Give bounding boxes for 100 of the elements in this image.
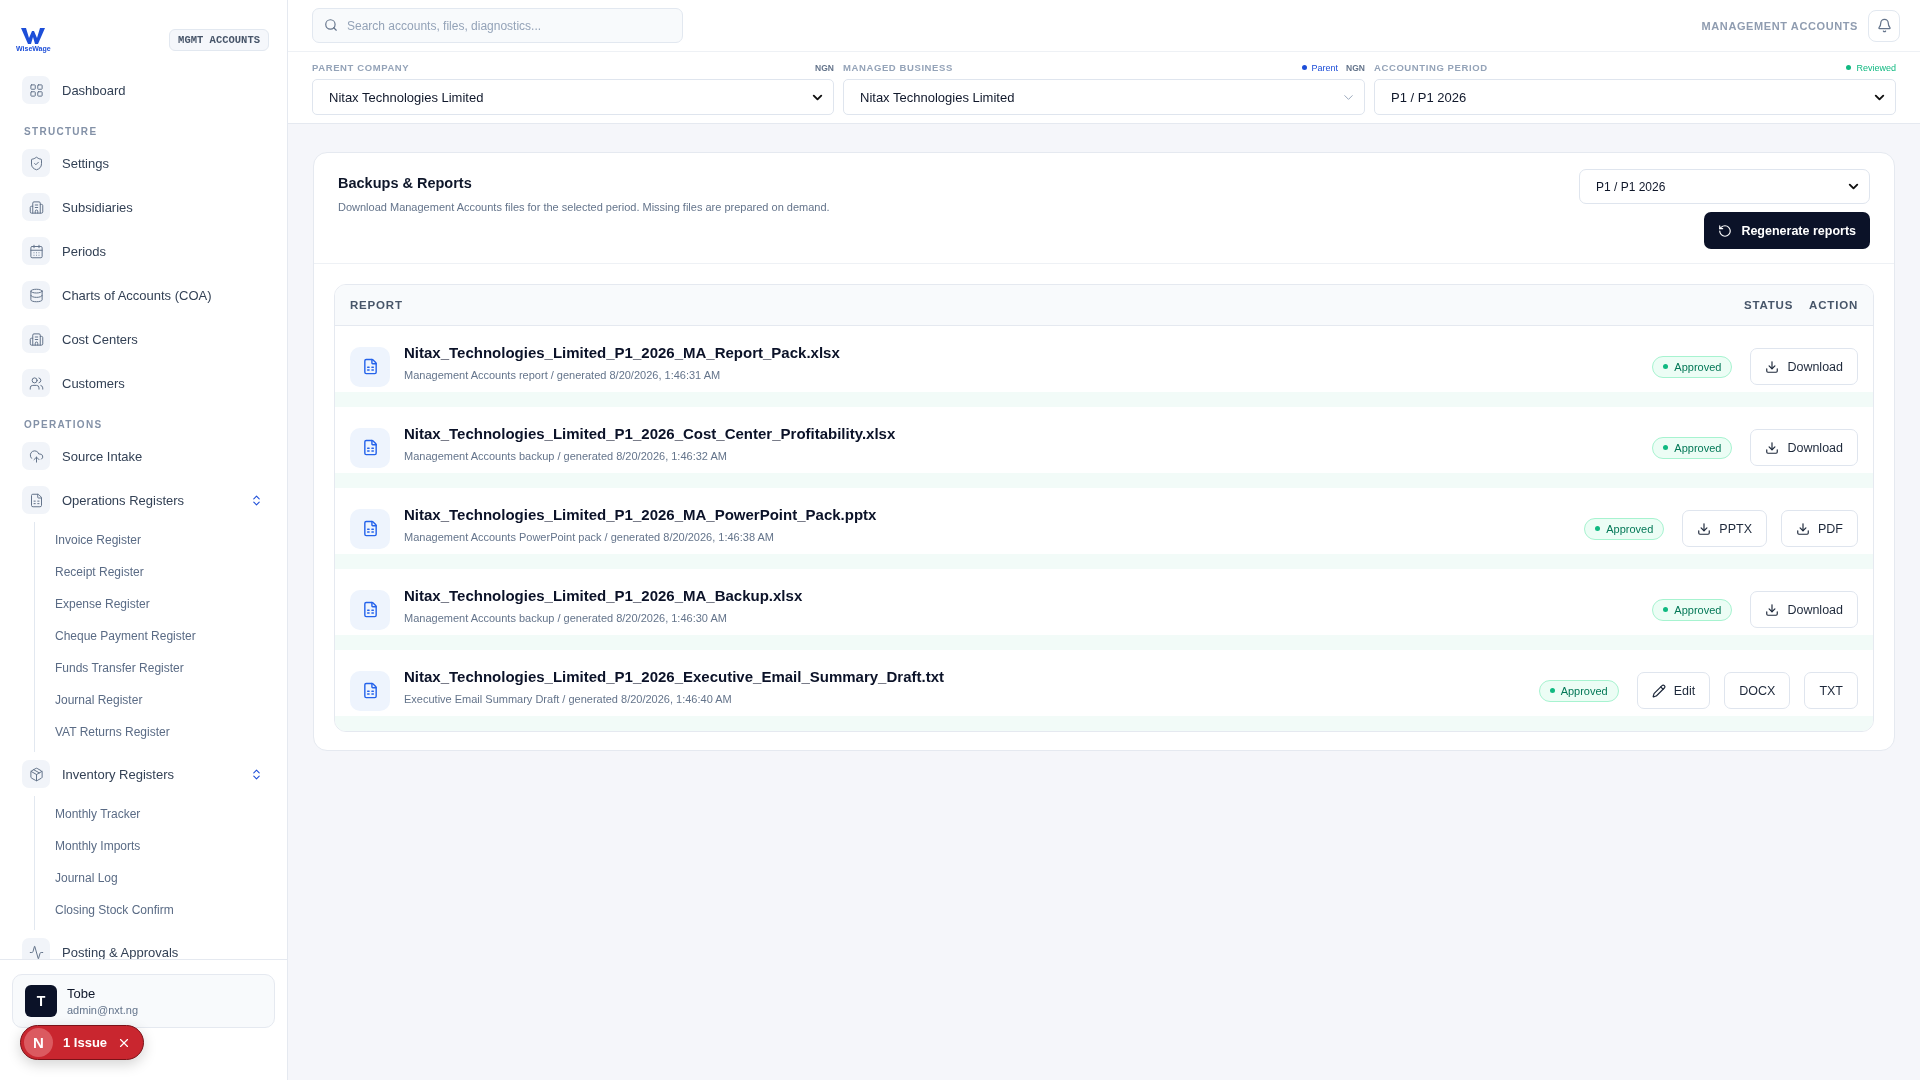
- user-card[interactable]: T Tobe admin@nxt.ng: [12, 974, 275, 1028]
- column-header: ACTION: [1809, 299, 1858, 311]
- status-tag: Parent: [1301, 62, 1339, 73]
- building-icon: [22, 193, 50, 221]
- field-label: ACCOUNTING PERIOD: [1374, 62, 1488, 73]
- download-icon: [1765, 440, 1780, 455]
- nav-item[interactable]: Source Intake: [62, 448, 263, 464]
- logo-icon: [21, 28, 46, 44]
- nav-subitem[interactable]: Invoice Register: [55, 524, 287, 556]
- status-tag: Reviewed: [1846, 62, 1896, 73]
- download-button[interactable]: Download: [1750, 348, 1858, 385]
- spreadsheet-icon: [350, 346, 390, 387]
- box-icon: [22, 760, 50, 788]
- section-heading: OPERATIONS: [23, 418, 104, 432]
- nav-subitem[interactable]: Monthly Imports: [55, 830, 287, 862]
- format-button[interactable]: DOCX: [1724, 672, 1791, 709]
- status-badge: Approved: [1538, 679, 1619, 702]
- nav-subitem[interactable]: Funds Transfer Register: [55, 652, 287, 684]
- spreadsheet-icon: [350, 508, 390, 549]
- pencil-icon: [1651, 683, 1666, 698]
- issue-count: 1 Issue: [63, 1035, 108, 1050]
- issue-toast[interactable]: N 1 Issue: [20, 1025, 145, 1060]
- regenerate-button[interactable]: Regenerate reports: [1704, 212, 1870, 249]
- nav-subitem[interactable]: Journal Log: [55, 862, 287, 894]
- expand-icon[interactable]: [250, 493, 263, 507]
- nav-group[interactable]: Inventory Registers: [62, 766, 238, 782]
- shield-icon: [22, 149, 50, 177]
- file-description: Management Accounts report / generated 8/20/2026, 1:46:31 AM: [404, 369, 722, 381]
- cloud-upload-icon: [22, 442, 50, 470]
- nav-item[interactable]: Cost Centers: [62, 331, 263, 347]
- nav-item[interactable]: Dashboard: [62, 82, 263, 98]
- status-badge: Approved: [1584, 517, 1665, 540]
- file-name: Nitax_Technologies_Limited_P1_2026_MA_Report_Pack.xlsx: [404, 344, 841, 361]
- status-badge: Approved: [1652, 436, 1733, 459]
- toast-avatar: N: [24, 1028, 53, 1057]
- users-icon: [22, 369, 50, 397]
- expand-icon[interactable]: [250, 767, 263, 781]
- column-header: STATUS: [1744, 299, 1794, 311]
- file-name: Nitax_Technologies_Limited_P1_2026_Cost_Center_Profitability.xlsx: [404, 425, 897, 442]
- file-description: Executive Email Summary Draft / generated 8/20/2026, 1:46:40 AM: [404, 693, 733, 705]
- column-header: REPORT: [350, 299, 404, 311]
- download-icon: [1765, 602, 1780, 617]
- file-name: Nitax_Technologies_Limited_P1_2026_Executive_Email_Summary_Draft.txt: [404, 668, 945, 685]
- download-icon: [1765, 359, 1780, 374]
- nav-item[interactable]: Periods: [62, 243, 263, 259]
- currency-tag: NGN: [815, 62, 834, 73]
- building-icon: [22, 325, 50, 353]
- nav-subitem[interactable]: Closing Stock Confirm: [55, 894, 287, 926]
- notifications-button[interactable]: [1868, 9, 1900, 42]
- calendar-icon: [22, 237, 50, 265]
- module-badge: MGMT ACCOUNTS: [169, 29, 269, 51]
- select-field[interactable]: Nitax Technologies Limited: [843, 79, 1365, 115]
- nav-subitem[interactable]: Journal Register: [55, 684, 287, 716]
- bell-icon: [1876, 18, 1892, 33]
- period-select[interactable]: P1 / P1 2026: [1579, 169, 1870, 204]
- page-title: MANAGEMENT ACCOUNTS: [1701, 19, 1858, 32]
- nav-subitem[interactable]: Receipt Register: [55, 556, 287, 588]
- nav-subitem[interactable]: Expense Register: [55, 588, 287, 620]
- nav-item[interactable]: Posting & Approvals: [62, 944, 263, 959]
- card-title: Backups & Reports: [338, 175, 473, 191]
- download-button[interactable]: Download: [1750, 591, 1858, 628]
- nav-item[interactable]: Customers: [62, 375, 263, 391]
- spreadsheet-icon: [350, 427, 390, 468]
- spreadsheet-icon: [350, 589, 390, 630]
- download-button[interactable]: PDF: [1781, 510, 1858, 547]
- download-button[interactable]: Download: [1750, 429, 1858, 466]
- download-icon: [1796, 521, 1810, 536]
- nav-item[interactable]: Subsidiaries: [62, 199, 263, 215]
- select-field[interactable]: P1 / P1 2026: [1374, 79, 1896, 115]
- card-subtitle: Download Management Accounts files for the selected period. Missing files are prepared on demand.: [338, 201, 830, 213]
- grid-icon: [22, 76, 50, 104]
- file-description: Management Accounts PowerPoint pack / generated 8/20/2026, 1:46:38 AM: [404, 531, 775, 543]
- spreadsheet-icon: [22, 486, 50, 514]
- user-avatar: T: [25, 985, 57, 1017]
- user-name: Tobe: [67, 986, 97, 1001]
- file-name: Nitax_Technologies_Limited_P1_2026_MA_Backup.xlsx: [404, 587, 804, 604]
- edit-button[interactable]: Edit: [1636, 672, 1711, 709]
- search-icon: [324, 18, 338, 32]
- database-icon: [22, 281, 50, 309]
- download-icon: [1697, 521, 1712, 536]
- status-badge: Approved: [1652, 598, 1733, 621]
- nav-item[interactable]: Charts of Accounts (COA): [62, 287, 263, 303]
- download-button[interactable]: PPTX: [1682, 510, 1767, 547]
- field-label: PARENT COMPANY: [312, 62, 410, 73]
- field-label: MANAGED BUSINESS: [843, 62, 953, 73]
- nav-subitem[interactable]: VAT Returns Register: [55, 716, 287, 748]
- user-email: admin@nxt.ng: [67, 1004, 139, 1016]
- nav-item[interactable]: Settings: [62, 155, 263, 171]
- nav-subitem[interactable]: Cheque Payment Register: [55, 620, 287, 652]
- format-button[interactable]: TXT: [1804, 672, 1858, 709]
- select-field[interactable]: Nitax Technologies Limited: [312, 79, 834, 115]
- spreadsheet-icon: [350, 670, 390, 711]
- nav-subitem[interactable]: Monthly Tracker: [55, 798, 287, 830]
- refresh-icon: [1718, 223, 1733, 238]
- nav-group[interactable]: Operations Registers: [62, 492, 238, 508]
- section-heading: STRUCTURE: [23, 125, 99, 139]
- currency-tag: NGN: [1346, 62, 1365, 73]
- search-field[interactable]: Search accounts, files, diagnostics...: [312, 8, 683, 43]
- file-name: Nitax_Technologies_Limited_P1_2026_MA_PowerPoint_Pack.pptx: [404, 506, 878, 523]
- file-description: Management Accounts backup / generated 8/20/2026, 1:46:32 AM: [404, 450, 728, 462]
